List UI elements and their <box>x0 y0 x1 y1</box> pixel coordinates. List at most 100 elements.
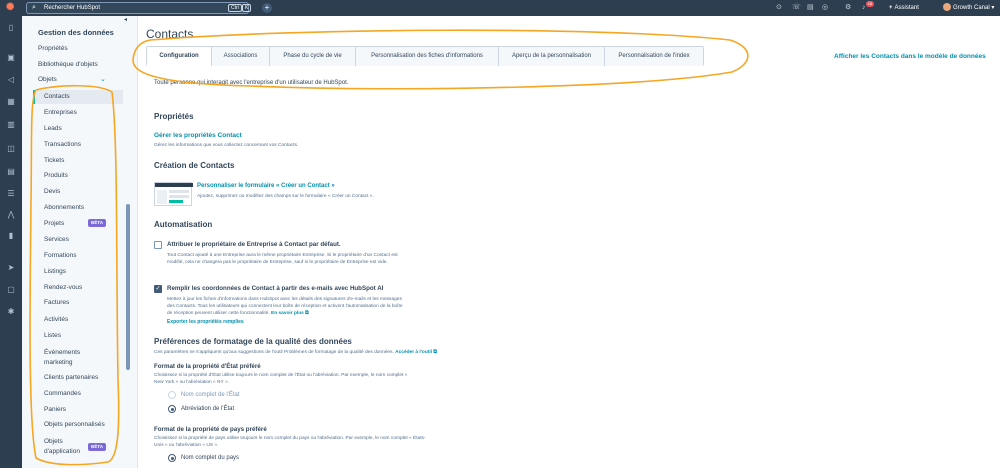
sparkle-icon: + <box>889 5 893 11</box>
notification-badge: 18 <box>866 1 874 7</box>
sidebar-item-formations[interactable]: Formations <box>33 252 123 259</box>
account-name: Growth Canal <box>953 5 990 11</box>
creation-heading: Création de Contacts <box>154 161 235 170</box>
external-link-icon: ⧉ <box>305 311 309 316</box>
sidebar-item-produits[interactable]: Produits <box>33 172 123 179</box>
contacts-icon[interactable]: ▣ <box>5 52 17 64</box>
page-title: Contacts <box>146 27 194 41</box>
reports-icon[interactable]: ▮ <box>5 230 17 242</box>
sidebar-item-leads[interactable]: Leads <box>33 125 123 132</box>
manage-properties-desc: Gérez les informations que vous collecte… <box>154 143 299 148</box>
settings-tabs: Configuration Associations Phase du cycl… <box>146 46 704 66</box>
assistant-button[interactable]: + Assistant <box>889 3 919 13</box>
sales-icon[interactable]: ▥ <box>5 119 17 131</box>
database-icon[interactable]: ☰ <box>5 188 17 200</box>
tab-lifecycle-stage[interactable]: Phase du cycle de vie <box>270 47 356 66</box>
sidebar-item-abonnements[interactable]: Abonnements <box>33 204 123 211</box>
state-full-name-label: Nom complet de l'État <box>181 392 240 398</box>
go-to-tool-link[interactable]: Accéder à l'outil <box>395 350 432 355</box>
customize-create-form-link[interactable]: Personnaliser le formulaire « Créer un C… <box>197 183 335 189</box>
formatting-prefs-heading: Préférences de formatage de la qualité d… <box>154 337 352 346</box>
ai-enrich-label: Remplir les coordonnées de Contact à par… <box>167 285 384 292</box>
top-navigation-bar: ✺ ⌕ Rechercher HubSpot Ctrl K + ⊙ ☏ ▤ ◎ … <box>0 0 1000 16</box>
sidebar-item-entreprises[interactable]: Entreprises <box>33 109 123 116</box>
sidebar-item-activites[interactable]: Activités <box>33 316 123 323</box>
search-placeholder: Rechercher HubSpot <box>44 5 101 11</box>
customize-create-form-desc: Ajoutez, supprimez ou modifiez des champ… <box>197 194 374 199</box>
sidebar-scrollbar[interactable] <box>126 204 130 370</box>
sidebar-item-paniers[interactable]: Paniers <box>33 406 123 413</box>
sidebar-item-clients-partenaires[interactable]: Clients partenaires <box>33 374 123 381</box>
assign-owner-desc: Tout Contact ajouté à une Entreprise aur… <box>167 253 398 265</box>
global-search-input[interactable]: ⌕ Rechercher HubSpot Ctrl K <box>26 2 252 14</box>
account-menu[interactable]: Growth Canal ▾ <box>943 3 994 13</box>
library-icon[interactable]: ▢ <box>5 284 17 296</box>
sidebar-item-devis[interactable]: Devis <box>33 188 123 195</box>
sidebar-title: Gestion des données <box>38 28 114 37</box>
sidebar-item-commandes[interactable]: Commandes <box>33 390 123 397</box>
sidebar-item-objets-personnalises[interactable]: Objets personnalisés <box>33 421 123 428</box>
state-abbreviation-label: Abréviation de l'État <box>181 406 235 412</box>
country-full-name-radio[interactable] <box>168 454 176 462</box>
chevron-down-icon: ⌄ <box>100 76 106 83</box>
sidebar-item-services[interactable]: Services <box>33 236 123 243</box>
sidebar-item-evenements-marketing[interactable]: Événements marketing <box>33 348 93 368</box>
content-icon[interactable]: ▦ <box>5 96 17 108</box>
ai-icon[interactable]: ⋀ <box>5 209 17 221</box>
service-icon[interactable]: ◫ <box>5 143 17 155</box>
sidebar-item-contacts[interactable]: Contacts <box>33 90 123 104</box>
automation-heading: Automatisation <box>154 220 213 229</box>
marketplace-icon[interactable]: ▤ <box>807 3 814 13</box>
learn-more-link[interactable]: En savoir plus <box>271 311 304 316</box>
sidebar-item-listes[interactable]: Listes <box>33 332 123 339</box>
automation-icon[interactable]: ▤ <box>5 166 17 178</box>
state-abbreviation-radio[interactable] <box>168 405 176 413</box>
sidebar-item-transactions[interactable]: Transactions <box>33 141 123 148</box>
tab-index-customization[interactable]: Personnalisation de l'index <box>605 47 703 66</box>
beta-badge-objets-application: BÊTA <box>88 443 106 451</box>
sidebar-item-tickets[interactable]: Tickets <box>33 157 123 164</box>
tab-record-customization[interactable]: Personnalisation des fiches d'informatio… <box>356 47 499 66</box>
manage-properties-link[interactable]: Gérer les propriétés Contact <box>154 132 242 139</box>
settings-icon[interactable]: ⚙ <box>845 3 851 13</box>
country-format-heading: Format de la propriété de pays préféré <box>154 426 267 433</box>
tab-customization-preview[interactable]: Aperçu de la personnalisation <box>499 47 605 66</box>
left-icon-rail: ▯ ▣ ◁ ▦ ▥ ◫ ▤ ☰ ⋀ ▮ ➤ ▢ ✱ <box>0 16 22 468</box>
form-preview-thumbnail <box>154 182 193 206</box>
assign-owner-checkbox[interactable] <box>154 241 162 249</box>
formatting-prefs-desc: Ces paramètres ne s'appliquent qu'aux su… <box>154 349 437 356</box>
marketing-icon[interactable]: ◁ <box>5 74 17 86</box>
phone-icon[interactable]: ☏ <box>792 3 801 13</box>
copilot-icon[interactable]: ◎ <box>822 3 828 13</box>
sidebar-link-object-library[interactable]: Bibliothèque d'objets <box>38 61 98 68</box>
ai-enrich-checkbox[interactable]: ✓ <box>154 285 162 293</box>
create-plus-button[interactable]: + <box>262 3 272 13</box>
state-full-name-radio[interactable] <box>168 391 176 399</box>
export-properties-link[interactable]: Exporter les propriétés remplies <box>167 319 244 325</box>
avatar <box>943 3 951 12</box>
bookmark-icon[interactable]: ▯ <box>5 22 17 34</box>
state-format-desc: Choisissez si la propriété d'État utilis… <box>154 373 408 385</box>
send-icon[interactable]: ➤ <box>5 262 17 274</box>
object-description: Toute personne qui interagit avec l'entr… <box>154 80 349 86</box>
settings-icon[interactable]: ✱ <box>5 306 17 318</box>
collapse-sidebar-icon[interactable]: ◂ <box>124 16 127 23</box>
sidebar-item-objets-application[interactable]: Objets d'application <box>33 437 89 457</box>
tab-configuration[interactable]: Configuration <box>147 47 212 66</box>
country-full-name-label: Nom complet du pays <box>181 455 240 461</box>
properties-heading: Propriétés <box>154 112 194 121</box>
sidebar-item-rendez-vous[interactable]: Rendez-vous <box>33 284 123 291</box>
help-icon[interactable]: ⊙ <box>776 3 782 13</box>
bell-icon[interactable]: ♪ <box>862 3 866 13</box>
annotation-overlay <box>29 29 749 466</box>
tab-associations[interactable]: Associations <box>212 47 270 66</box>
ai-enrich-desc: Mettez à jour les fiches d'informations … <box>167 296 407 317</box>
sidebar-item-projets[interactable]: Projets <box>33 220 123 227</box>
sidebar-item-listings[interactable]: Listings <box>33 268 123 275</box>
external-link-icon: ⧉ <box>433 350 437 355</box>
data-model-link[interactable]: Afficher les Contacts dans le modèle de … <box>834 53 986 60</box>
hubspot-logo-icon[interactable]: ✺ <box>6 3 16 13</box>
sidebar-link-properties[interactable]: Propriétés <box>38 45 68 52</box>
sidebar-item-factures[interactable]: Factures <box>33 299 123 306</box>
sidebar-objects-toggle[interactable]: Objets ⌄ <box>38 76 106 83</box>
